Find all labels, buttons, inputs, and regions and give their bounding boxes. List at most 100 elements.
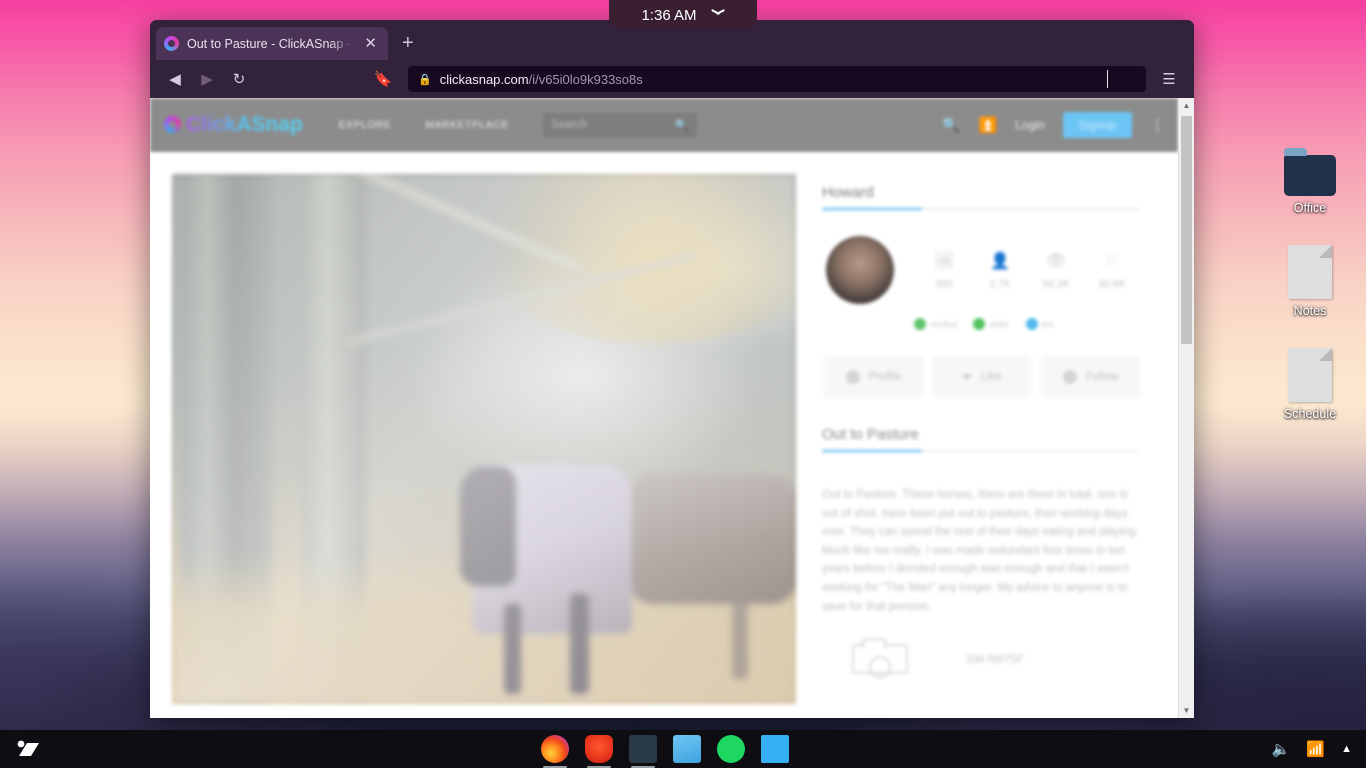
stat-value: 58.3K [1042, 278, 1070, 290]
status-badge: pro [1025, 318, 1055, 330]
address-bar[interactable]: 🔒 clickasnap.com/i/v65i0lo9k933so8s [408, 66, 1146, 92]
photos-icon: 🖼 [933, 253, 955, 270]
heart-icon: ❤ [962, 372, 972, 384]
back-arrow-icon[interactable]: ◀ [160, 65, 190, 93]
site-logo-text: ClickASnap [186, 113, 303, 136]
bookmark-icon[interactable]: 🔖 [368, 65, 398, 93]
new-tab-button[interactable]: + [388, 32, 428, 60]
browser-tab-title: Out to Pasture - ClickASnap - [187, 36, 351, 51]
camera-icon [852, 638, 908, 675]
profile-actions: Profile ❤ Like Follow [822, 330, 1141, 398]
caret-up-icon[interactable]: ▲ [1341, 743, 1352, 755]
profile-badges: verified seller pro [822, 304, 1140, 330]
text-editor-icon[interactable] [760, 735, 789, 763]
start-menu-icon[interactable] [0, 738, 58, 760]
clock-time: 1:36 AM [641, 6, 697, 24]
desktop-icon-schedule[interactable]: Schedule [1262, 344, 1358, 421]
stat-value: 30.6K [1098, 278, 1126, 290]
desktop-icon-label: Office [1293, 201, 1327, 215]
desktop-icon-label: Notes [1293, 304, 1327, 318]
forward-arrow-icon[interactable]: ▶ [192, 65, 222, 93]
desktop-icon-label: Schedule [1283, 407, 1337, 421]
desktop-icon-group: Office Notes Schedule [1262, 138, 1358, 447]
plus-circle-icon [1062, 370, 1077, 384]
taskbar-apps [58, 735, 1272, 768]
profile-name: Howard [822, 184, 874, 201]
follow-button[interactable]: Follow [1041, 356, 1141, 398]
site-search-input[interactable]: Search 🔍 [542, 112, 697, 138]
desktop-icon-office[interactable]: Office [1262, 138, 1358, 215]
photo-haze-overlay [172, 174, 796, 704]
volume-icon[interactable]: 🔈 [1272, 740, 1291, 758]
stat-likes: ♡ 30.6K [1084, 250, 1140, 290]
browser-tab[interactable]: Out to Pasture - ClickASnap - ✕ [156, 27, 388, 60]
badge-label: verified [930, 319, 958, 329]
site-header: ClickASnap EXPLORE MARKETPLACE Search 🔍 … [150, 98, 1178, 152]
profile-button[interactable]: Profile [824, 356, 923, 398]
document-icon [1262, 241, 1358, 299]
web-page: ClickASnap EXPLORE MARKETPLACE Search 🔍 … [150, 98, 1178, 718]
login-button[interactable]: Login [1015, 118, 1044, 132]
like-button[interactable]: ❤ Like [932, 356, 1032, 398]
avatar[interactable] [826, 236, 894, 304]
spotify-icon[interactable] [716, 735, 745, 763]
like-button-label: Like [980, 371, 1002, 383]
stat-value: 2.7K [989, 278, 1011, 290]
address-bar-domain: clickasnap.com [439, 71, 529, 87]
file-manager-icon[interactable] [628, 735, 657, 768]
site-search-placeholder: Search [550, 119, 588, 131]
padlock-icon: 🔒 [418, 73, 432, 86]
brave-icon[interactable] [584, 735, 613, 768]
views-icon: 👁 [1045, 253, 1067, 270]
followers-icon: 👤 [990, 253, 1010, 270]
telegram-icon[interactable] [672, 735, 701, 763]
badge-label: seller [989, 319, 1010, 329]
address-bar-text: clickasnap.com/i/v65i0lo9k933so8s [440, 72, 643, 87]
document-icon [1262, 344, 1358, 402]
camera-model: SM-N975F [966, 652, 1025, 667]
pro-icon [1025, 318, 1038, 330]
follow-button-label: Follow [1085, 371, 1119, 383]
scroll-down-arrow-icon[interactable]: ▼ [1179, 703, 1194, 718]
nav-link-marketplace[interactable]: MARKETPLACE [426, 120, 509, 131]
search-icon[interactable]: 🔍 [674, 118, 688, 132]
firefox-icon[interactable] [540, 735, 569, 768]
profile-summary: 🖼 350 👤 2.7K 👁 58.3K ♡ 30.6K [822, 214, 1140, 304]
reload-icon[interactable]: ↻ [224, 65, 254, 93]
page-viewport: ClickASnap EXPLORE MARKETPLACE Search 🔍 … [150, 98, 1194, 718]
photo-column [172, 174, 796, 718]
hamburger-menu-icon[interactable]: ☰ [1154, 65, 1184, 93]
stat-photos: 🖼 350 [916, 250, 972, 290]
vertical-scroll-thumb[interactable] [1181, 116, 1192, 344]
photo-description: Out to Pasture. These horses, there are … [822, 489, 1139, 613]
section-divider [822, 208, 1140, 210]
clock-notch[interactable]: 1:36 AM [609, 0, 757, 30]
chevron-down-icon[interactable] [711, 11, 725, 19]
address-bar-path: /i/v65i0lo9k933so8s [528, 71, 643, 87]
vertical-scrollbar[interactable]: ▲ ▼ [1178, 98, 1194, 718]
signup-button[interactable]: Signup [1062, 112, 1132, 138]
site-logo[interactable]: ClickASnap [164, 113, 303, 137]
profile-stats: 🖼 350 👤 2.7K 👁 58.3K ♡ 30.6K [916, 250, 1140, 290]
section-divider [822, 450, 1140, 452]
page-title: Out to Pasture [822, 426, 919, 443]
upload-icon[interactable]: ⏫ [979, 116, 998, 134]
wifi-icon[interactable]: 📶 [1306, 740, 1325, 758]
user-circle-icon [845, 370, 860, 384]
system-tray: 🔈 📶 ▲ [1272, 740, 1366, 758]
scroll-up-arrow-icon[interactable]: ▲ [1179, 98, 1194, 113]
taskbar: 🔈 📶 ▲ [0, 730, 1366, 768]
nav-link-explore[interactable]: EXPLORE [339, 120, 392, 131]
browser-nav-bar: ◀ ▶ ↻ 🔖 🔒 clickasnap.com/i/v65i0lo9k933s… [150, 60, 1194, 98]
close-icon[interactable]: ✕ [361, 36, 380, 51]
profile-button-label: Profile [868, 371, 902, 383]
badge-label: pro [1041, 319, 1055, 329]
verified-icon [914, 318, 926, 330]
photo-viewer[interactable] [172, 174, 796, 704]
desktop-icon-notes[interactable]: Notes [1262, 241, 1358, 318]
clickasnap-logo-icon [164, 116, 181, 133]
kebab-menu-icon[interactable]: ⋮ [1150, 116, 1165, 134]
search-icon[interactable]: 🔍 [942, 116, 961, 134]
stat-followers: 👤 2.7K [972, 250, 1028, 290]
stat-views: 👁 58.3K [1028, 250, 1084, 290]
